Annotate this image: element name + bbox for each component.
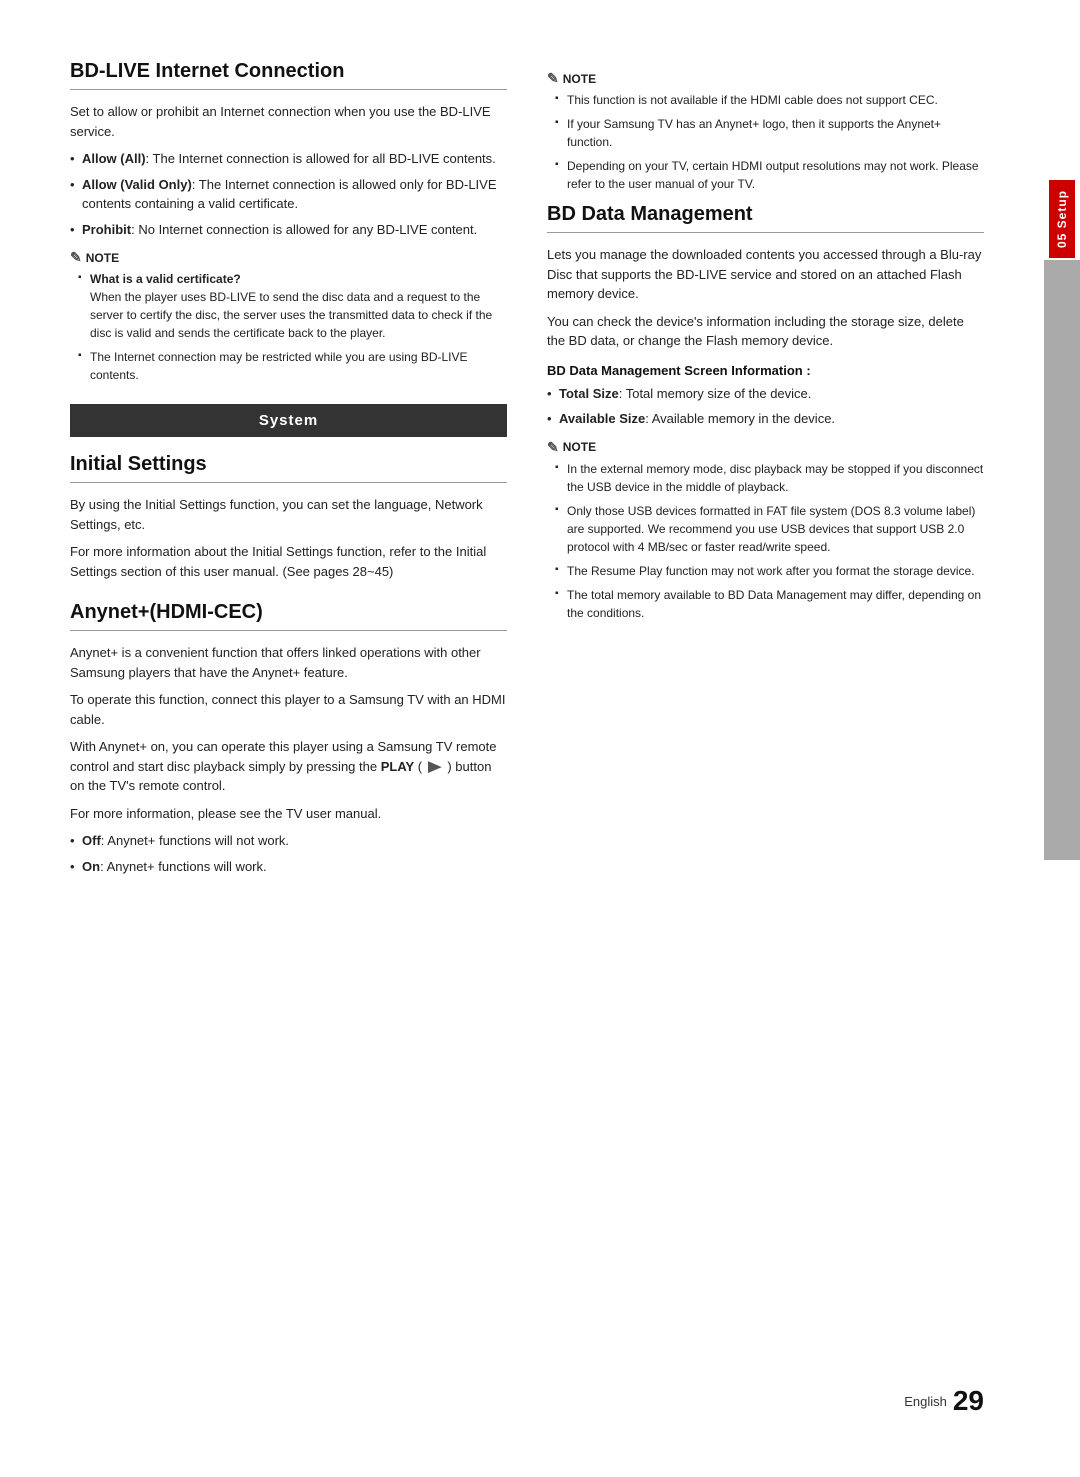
bd-live-bullet-1-text: : The Internet connection is allowed for…: [146, 151, 496, 166]
right-top-note-item-2: If your Samsung TV has an Anynet+ logo, …: [547, 115, 984, 151]
bd-live-note: ✎ NOTE What is a valid certificate? When…: [70, 249, 507, 384]
initial-settings-section: Initial Settings By using the Initial Se…: [70, 453, 507, 581]
bd-data-title: BD Data Management: [547, 203, 984, 233]
bd-live-note-cert-label: What is a valid certificate?: [90, 272, 241, 286]
note-pencil-icon: ✎: [70, 249, 82, 266]
right-top-note-item-1: This function is not available if the HD…: [547, 91, 984, 109]
anynet-off-text: : Anynet+ functions will not work.: [101, 833, 289, 848]
bd-live-note-label: NOTE: [86, 251, 119, 265]
anynet-para-3: With Anynet+ on, you can operate this pl…: [70, 737, 507, 796]
anynet-off-label: Off: [82, 833, 101, 848]
right-top-note: ✎ NOTE This function is not available if…: [547, 70, 984, 193]
bd-live-bullet-2-label: Allow (Valid Only): [82, 177, 192, 192]
play-icon: [428, 761, 442, 773]
side-tab-gray: [1044, 260, 1080, 860]
bd-data-para-1: Lets you manage the downloaded contents …: [547, 245, 984, 304]
anynet-section: Anynet+(HDMI-CEC) Anynet+ is a convenien…: [70, 601, 507, 876]
bd-data-note-header: ✎ NOTE: [547, 439, 984, 456]
left-column: BD-LIVE Internet Connection Set to allow…: [70, 60, 507, 1355]
bd-data-note-item-4: The total memory available to BD Data Ma…: [547, 586, 984, 622]
right-top-note-label: NOTE: [563, 72, 596, 86]
right-column: ✎ NOTE This function is not available if…: [547, 60, 984, 1355]
bd-live-title: BD-LIVE Internet Connection: [70, 60, 507, 90]
anynet-title: Anynet+(HDMI-CEC): [70, 601, 507, 631]
language-label: English: [904, 1394, 947, 1409]
page-number: 29: [953, 1385, 984, 1417]
anynet-bullet-on: On: Anynet+ functions will work.: [70, 857, 507, 877]
bd-data-note-pencil-icon: ✎: [547, 439, 559, 456]
right-note-pencil-icon: ✎: [547, 70, 559, 87]
right-top-note-item-3: Depending on your TV, certain HDMI outpu…: [547, 157, 984, 193]
initial-settings-title: Initial Settings: [70, 453, 507, 483]
anynet-para-2: To operate this function, connect this p…: [70, 690, 507, 729]
bd-live-bullet-1-label: Allow (All): [82, 151, 146, 166]
bd-live-bullet-3: Prohibit: No Internet connection is allo…: [70, 220, 507, 240]
bd-data-avail-size: Available Size: Available memory in the …: [547, 409, 984, 429]
bd-data-note-item-3: The Resume Play function may not work af…: [547, 562, 984, 580]
page-container: 05 Setup BD-LIVE Internet Connection Set…: [0, 0, 1080, 1477]
bd-data-avail-label: Available Size: [559, 411, 645, 426]
bd-data-note-item-1: In the external memory mode, disc playba…: [547, 460, 984, 496]
bd-live-bullet-2: Allow (Valid Only): The Internet connect…: [70, 175, 507, 214]
initial-settings-para-1: By using the Initial Settings function, …: [70, 495, 507, 534]
bd-live-section: BD-LIVE Internet Connection Set to allow…: [70, 60, 507, 384]
bd-live-note-item-1: What is a valid certificate? When the pl…: [70, 270, 507, 342]
bd-live-bullet-1: Allow (All): The Internet connection is …: [70, 149, 507, 169]
bd-live-intro: Set to allow or prohibit an Internet con…: [70, 102, 507, 141]
initial-settings-para-2: For more information about the Initial S…: [70, 542, 507, 581]
bd-data-note-item-2: Only those USB devices formatted in FAT …: [547, 502, 984, 556]
bd-data-section: BD Data Management Lets you manage the d…: [547, 203, 984, 622]
chapter-label: 05 Setup: [1049, 180, 1075, 258]
anynet-bullet-off: Off: Anynet+ functions will not work.: [70, 831, 507, 851]
bd-data-para-2: You can check the device's information i…: [547, 312, 984, 351]
anynet-para-4: For more information, please see the TV …: [70, 804, 507, 824]
bd-data-note-label: NOTE: [563, 440, 596, 454]
bd-live-bullet-3-label: Prohibit: [82, 222, 131, 237]
bd-data-total-size: Total Size: Total memory size of the dev…: [547, 384, 984, 404]
anynet-on-text: : Anynet+ functions will work.: [100, 859, 267, 874]
bd-data-avail-text: : Available memory in the device.: [645, 411, 835, 426]
bd-live-note-cert-text: When the player uses BD-LIVE to send the…: [90, 290, 492, 340]
side-tab: 05 Setup: [1044, 180, 1080, 860]
main-content: BD-LIVE Internet Connection Set to allow…: [0, 0, 1044, 1477]
bd-data-note: ✎ NOTE In the external memory mode, disc…: [547, 439, 984, 622]
anynet-on-label: On: [82, 859, 100, 874]
system-banner: System: [70, 404, 507, 437]
bd-data-screen-info-header: BD Data Management Screen Information :: [547, 363, 984, 378]
two-column-layout: BD-LIVE Internet Connection Set to allow…: [70, 60, 984, 1355]
bd-live-note-item-2: The Internet connection may be restricte…: [70, 348, 507, 384]
bd-data-total-label: Total Size: [559, 386, 619, 401]
bd-data-total-text: : Total memory size of the device.: [619, 386, 812, 401]
page-footer: English 29: [70, 1355, 984, 1417]
right-top-note-header: ✎ NOTE: [547, 70, 984, 87]
bd-live-bullet-3-text: : No Internet connection is allowed for …: [131, 222, 477, 237]
bd-live-note-header: ✎ NOTE: [70, 249, 507, 266]
anynet-para-1: Anynet+ is a convenient function that of…: [70, 643, 507, 682]
